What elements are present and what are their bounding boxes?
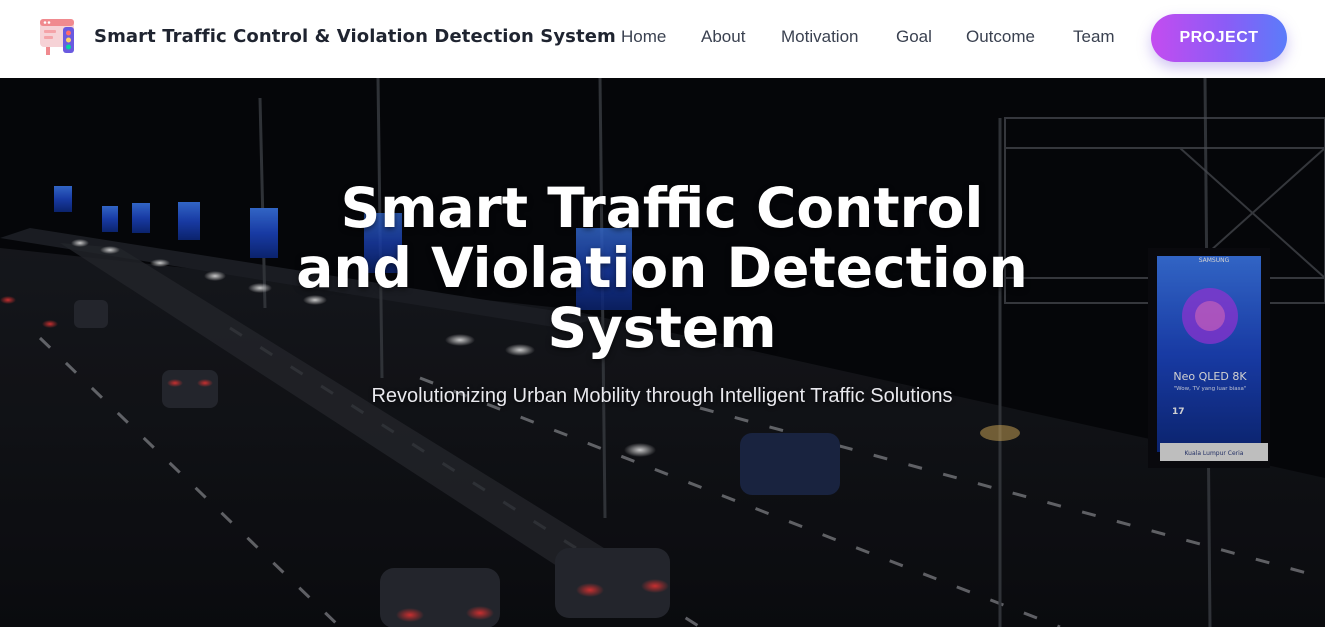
nav-home[interactable]: Home <box>621 27 666 47</box>
nav-goal[interactable]: Goal <box>896 27 932 47</box>
brand-title[interactable]: Smart Traffic Control & Violation Detect… <box>94 26 616 47</box>
hero-section: SAMSUNG Neo QLED 8K "Wow, TV yang luar b… <box>0 78 1325 627</box>
traffic-dashboard-icon[interactable] <box>38 17 80 57</box>
hero-title: Smart Traffic Control and Violation Dete… <box>262 178 1062 358</box>
nav-about[interactable]: About <box>701 27 745 47</box>
site-header: Smart Traffic Control & Violation Detect… <box>0 0 1325 78</box>
hero-title-line-3: System <box>547 296 777 360</box>
project-button[interactable]: PROJECT <box>1151 14 1287 62</box>
nav-outcome[interactable]: Outcome <box>966 27 1035 47</box>
hero-subtitle: Revolutionizing Urban Mobility through I… <box>371 385 953 407</box>
nav-motivation[interactable]: Motivation <box>781 27 858 47</box>
hero-title-line-1: Smart Traffic Control <box>340 176 984 240</box>
hero-title-line-2: and Violation Detection <box>296 236 1028 300</box>
nav-team[interactable]: Team <box>1073 27 1115 47</box>
